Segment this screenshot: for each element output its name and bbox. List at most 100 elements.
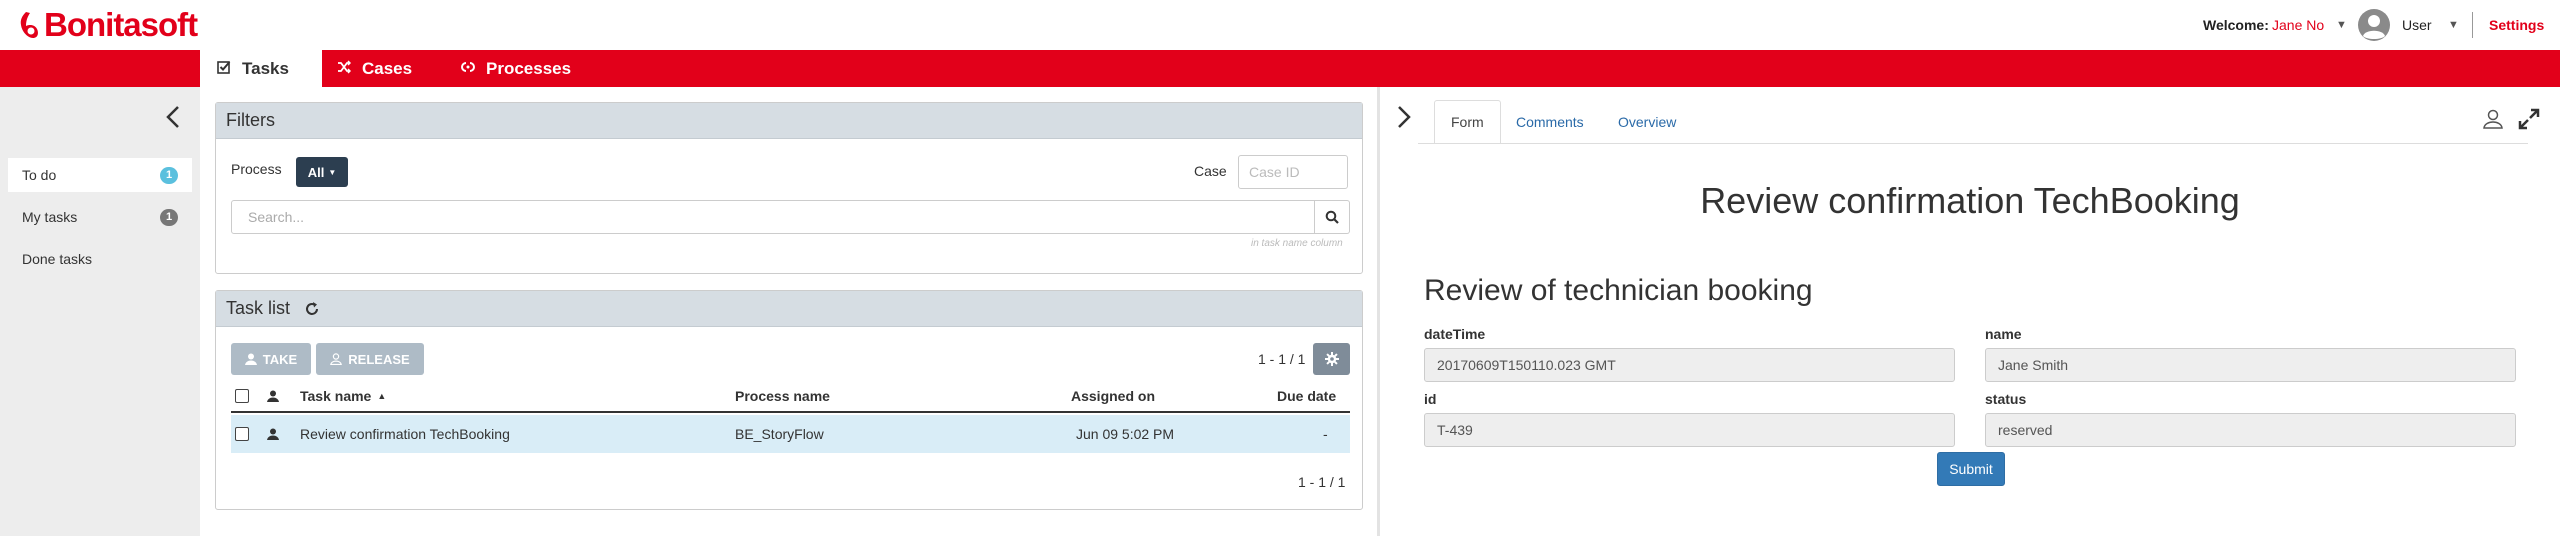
id-label: id: [1424, 391, 1437, 407]
nav-tab-tasks[interactable]: Tasks: [200, 50, 322, 87]
column-label: Due date: [1277, 388, 1337, 404]
sort-asc-icon: ▲: [377, 391, 387, 401]
sidebar-item-label: My tasks: [22, 209, 78, 225]
take-button[interactable]: TAKE: [231, 343, 311, 375]
logo-text: Bonitasoft: [44, 6, 198, 43]
name-label: name: [1985, 326, 2022, 342]
table-row[interactable]: Review confirmation TechBooking BE_Story…: [231, 415, 1350, 453]
task-filter-sidebar: To do 1 My tasks 1 Done tasks: [0, 87, 200, 536]
id-field[interactable]: T-439: [1424, 413, 1955, 447]
assign-user-icon[interactable]: [2482, 108, 2504, 135]
datetime-field[interactable]: 20170609T150110.023 GMT: [1424, 348, 1955, 382]
user-outline-icon: [330, 353, 343, 365]
column-label: Process name: [735, 388, 830, 404]
column-due-date[interactable]: Due date: [1277, 381, 1336, 411]
checkbox-box: [235, 427, 249, 441]
column-process-name[interactable]: Process name: [735, 381, 830, 411]
assigned-on-cell: Jun 09 5:02 PM: [1076, 426, 1175, 442]
tab-comments[interactable]: Comments: [1500, 100, 1600, 144]
tab-overview[interactable]: Overview: [1602, 100, 1692, 144]
top-header: Bonitasoft Welcome: Jane No ▼ User ▼ Set…: [0, 0, 2560, 50]
release-button[interactable]: RELEASE: [316, 343, 424, 375]
datetime-label: dateTime: [1424, 326, 1486, 342]
column-label: Task name: [300, 388, 372, 404]
status-label: status: [1985, 391, 2027, 407]
process-filter-value: All: [307, 164, 325, 180]
process-name-cell: BE_StoryFlow: [735, 426, 824, 442]
filters-panel: Filters Process All ▼ Case Case ID Searc…: [215, 102, 1363, 274]
nav-tab-processes[interactable]: Processes: [460, 50, 571, 87]
release-label: RELEASE: [348, 351, 410, 367]
tabs-divider: [1418, 143, 2528, 144]
case-id-placeholder: Case ID: [1249, 164, 1300, 180]
nav-tab-label: Tasks: [242, 58, 289, 78]
assignee-column-icon: [267, 381, 279, 411]
search-icon: [1325, 210, 1339, 224]
user-app-label[interactable]: User: [2402, 0, 2432, 50]
column-assigned-on[interactable]: Assigned on: [1071, 381, 1155, 411]
column-task-name[interactable]: Task name ▲: [300, 381, 386, 411]
sidebar-item-my-tasks[interactable]: My tasks 1: [8, 200, 192, 234]
search-placeholder: Search...: [248, 209, 305, 225]
tab-form[interactable]: Form: [1434, 100, 1501, 144]
expand-icon[interactable]: [2518, 108, 2540, 135]
pagination-count: 1 - 1 / 1: [1258, 351, 1306, 367]
case-label: Case: [1194, 163, 1227, 179]
user-avatar-icon[interactable]: [2358, 0, 2390, 50]
table-header: Task name ▲ Process name Assigned on Due…: [231, 381, 1350, 413]
select-all-checkbox[interactable]: [235, 381, 249, 411]
task-name-cell[interactable]: Review confirmation TechBooking: [300, 415, 510, 453]
panel-splitter[interactable]: [1377, 87, 1380, 536]
sidebar-item-done-tasks[interactable]: Done tasks: [8, 242, 192, 276]
welcome-user-name[interactable]: Jane No: [2272, 0, 2324, 50]
assigned-user-icon: [267, 415, 279, 453]
header-divider: [2472, 12, 2473, 38]
due-date-cell: -: [1323, 426, 1328, 442]
search-input[interactable]: Search...: [231, 200, 1315, 234]
nav-tab-cases[interactable]: Cases: [336, 50, 412, 87]
process-label: Process: [231, 161, 282, 177]
settings-link[interactable]: Settings: [2489, 0, 2544, 50]
refresh-icon[interactable]: [304, 301, 320, 317]
bonitasoft-logo-icon: [20, 12, 38, 38]
search-button[interactable]: [1315, 200, 1350, 234]
caret-down-icon[interactable]: ▼: [2336, 0, 2347, 50]
caret-down-icon[interactable]: ▼: [2448, 0, 2459, 50]
pagination-count: 1 - 1 / 1: [1298, 474, 1346, 490]
sidebar-item-label: To do: [22, 167, 57, 183]
task-list-panel: Task list TAKE RELEASE 1 - 1 / 1 Task na…: [215, 290, 1363, 510]
sidebar-item-label: Done tasks: [22, 251, 93, 267]
filters-header: Filters: [216, 103, 1362, 139]
search-hint: in task name column: [1251, 238, 1343, 249]
filters-title: Filters: [226, 110, 275, 130]
chevron-right-icon[interactable]: [1392, 103, 1416, 131]
check-square-icon: [216, 59, 232, 79]
case-id-input[interactable]: Case ID: [1238, 155, 1348, 189]
count-badge: 1: [160, 209, 178, 226]
submit-button[interactable]: Submit: [1937, 452, 2005, 486]
welcome-label: Welcome:: [2203, 17, 2269, 33]
status-field[interactable]: reserved: [1985, 413, 2516, 447]
count-badge: 1: [160, 167, 178, 184]
caret-down-icon: ▼: [328, 167, 337, 177]
shuffle-icon: [336, 59, 352, 79]
cogs-icon: [460, 59, 476, 79]
nav-tab-label: Cases: [362, 58, 413, 78]
task-list-title: Task list: [226, 298, 291, 318]
chevron-left-icon[interactable]: [160, 103, 188, 131]
bonitasoft-logo[interactable]: Bonitasoft: [18, 6, 198, 44]
user-icon: [244, 353, 257, 365]
process-filter-dropdown[interactable]: All ▼: [296, 157, 348, 187]
column-label: Assigned on: [1071, 388, 1156, 404]
take-label: TAKE: [262, 351, 298, 367]
checkbox-box: [235, 389, 249, 403]
nav-tab-label: Processes: [486, 58, 572, 78]
name-field[interactable]: Jane Smith: [1985, 348, 2516, 382]
row-checkbox[interactable]: [235, 415, 249, 453]
gear-icon: [1324, 352, 1339, 366]
column-settings-button[interactable]: [1313, 343, 1350, 375]
sidebar-item-todo[interactable]: To do 1: [8, 158, 192, 192]
task-list-header: Task list: [216, 291, 1362, 327]
form-subtitle: Review of technician booking: [1424, 274, 1813, 307]
form-title: Review confirmation TechBooking: [1700, 180, 2240, 221]
